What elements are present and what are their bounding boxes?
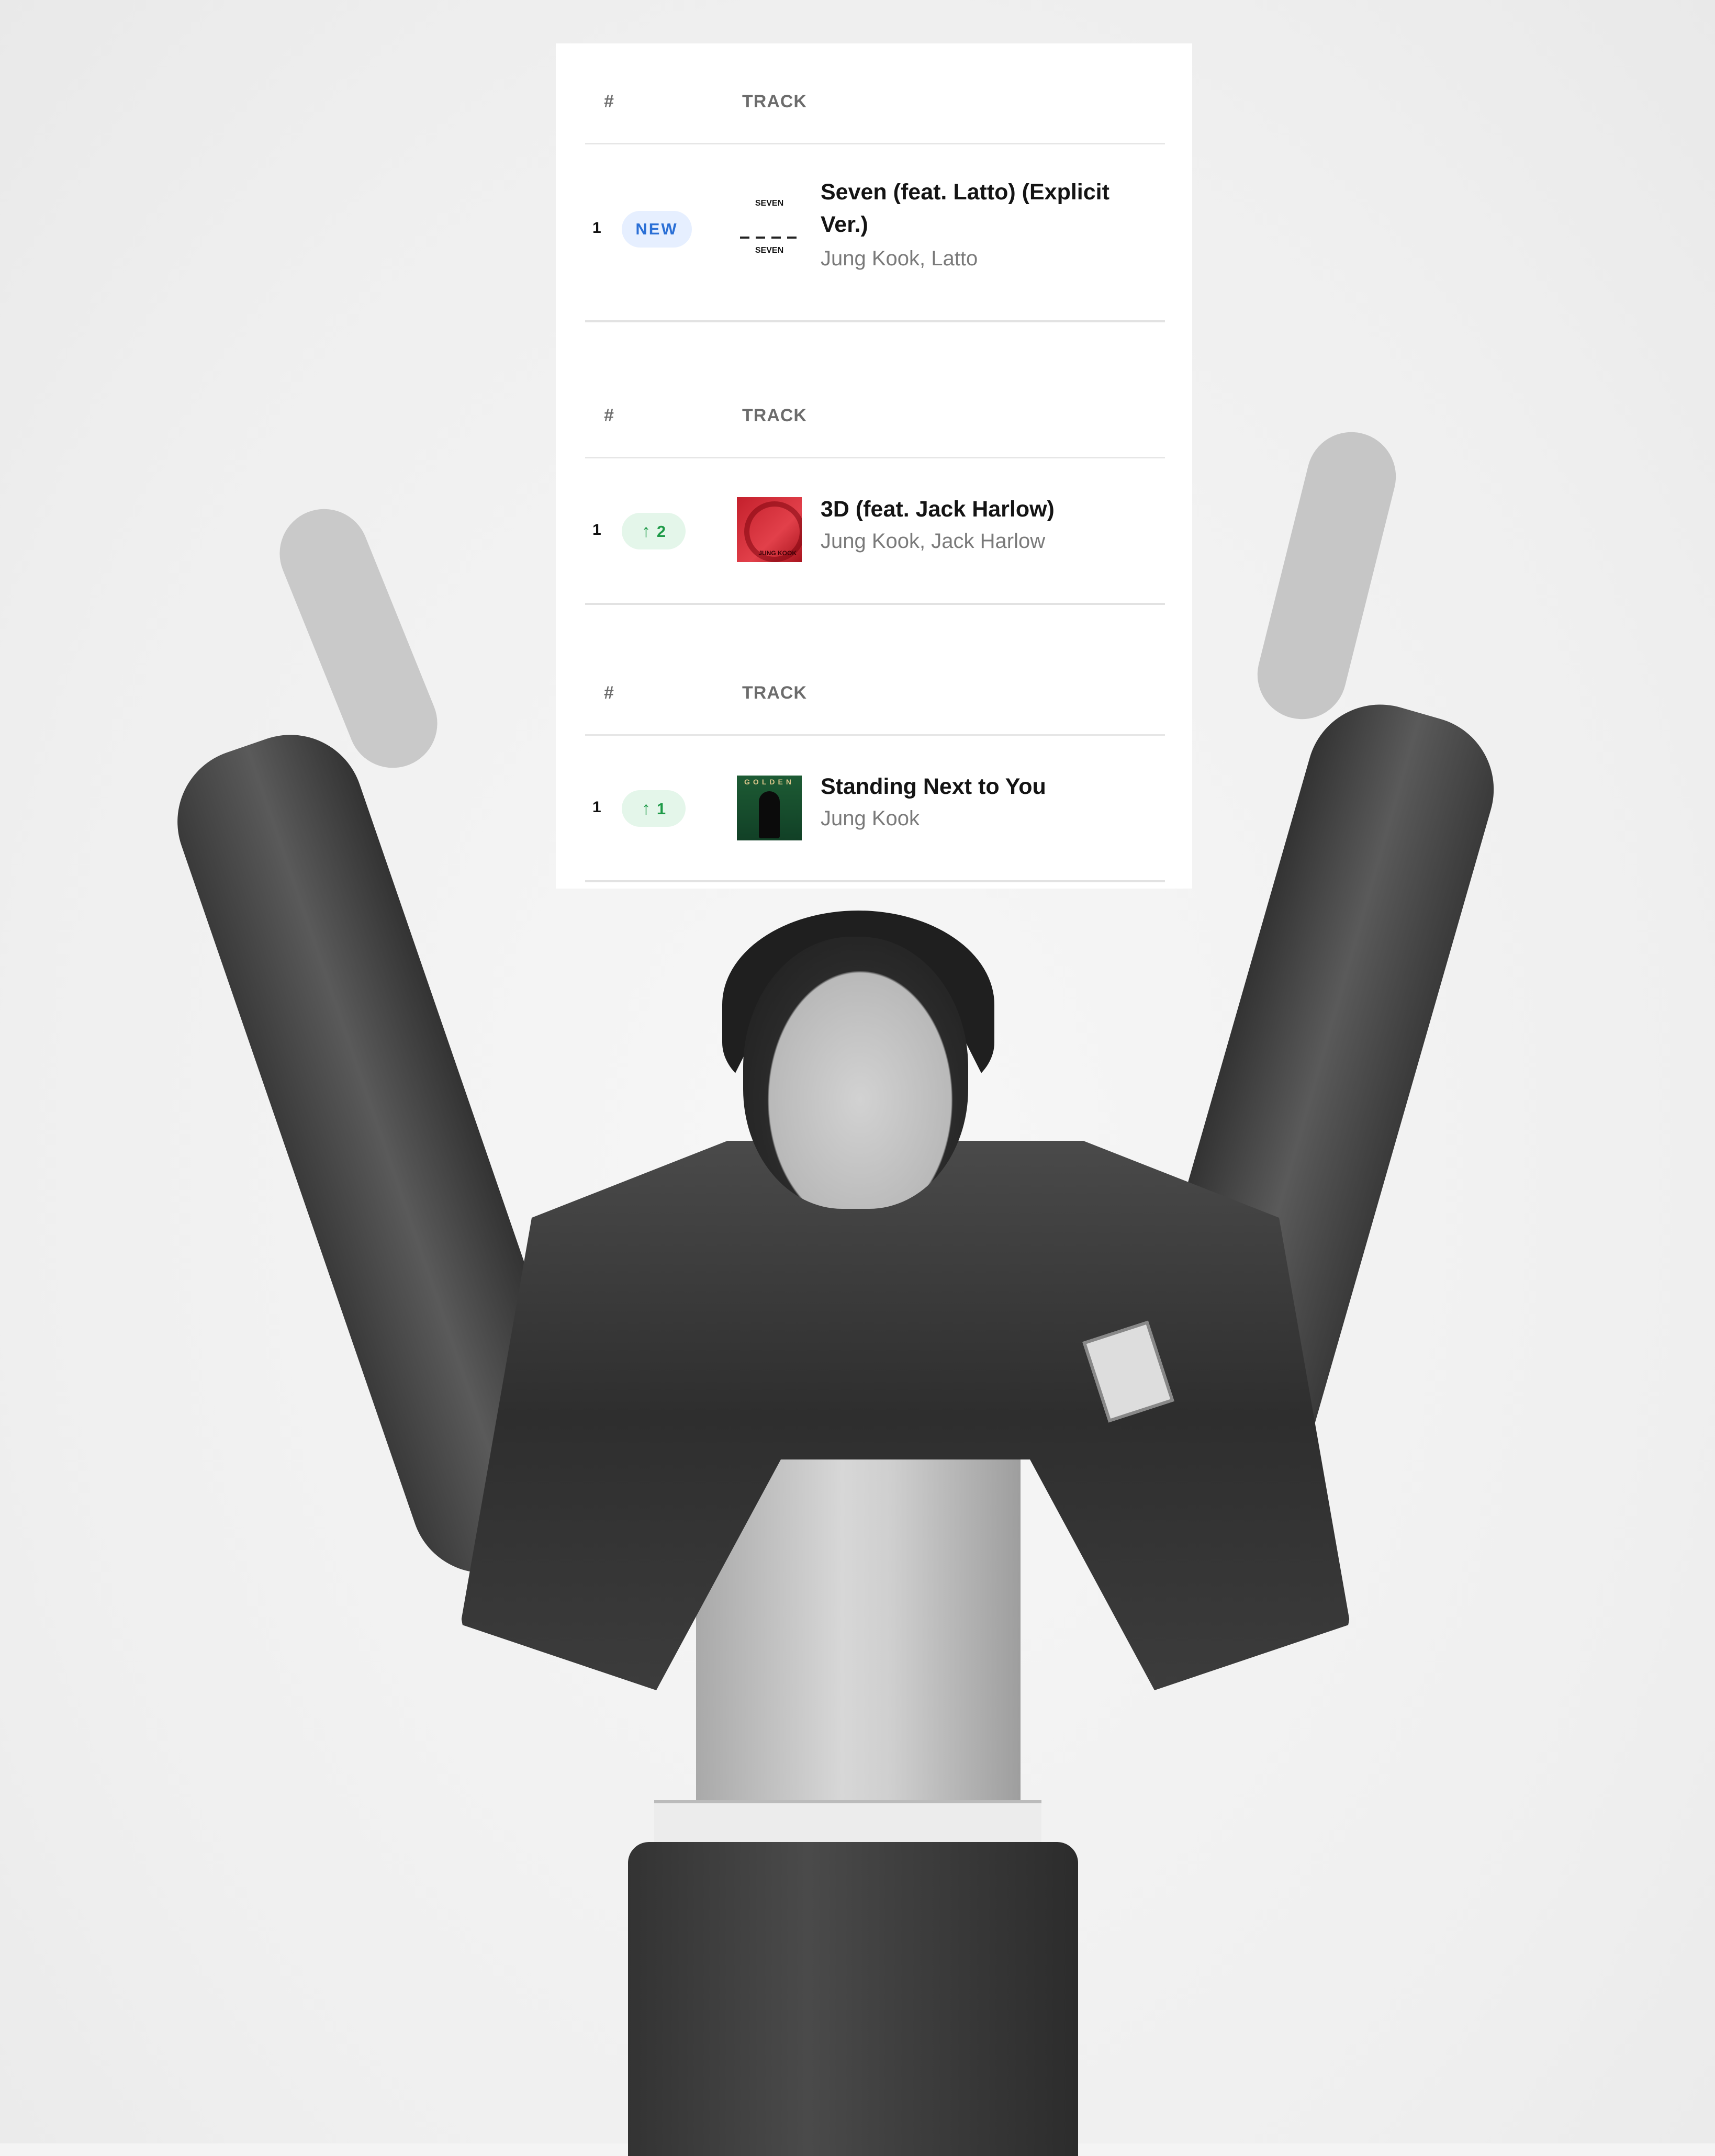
jeans [628, 1842, 1078, 2156]
track-artists[interactable]: Jung Kook, Jack Harlow [821, 530, 1045, 553]
album-cover-text: SEVEN [755, 199, 784, 208]
table-header: # TRACK [585, 357, 1165, 458]
column-header-rank: # [604, 92, 614, 111]
chart-panel: # TRACK 1 NEW SEVEN SEVEN Seven (feat. L… [556, 43, 1192, 889]
column-header-track: TRACK [742, 92, 807, 111]
right-hand [1248, 422, 1406, 729]
track-artists[interactable]: Jung Kook [821, 807, 920, 830]
arrow-up-icon: ↑ [641, 521, 651, 541]
track-title[interactable]: 3D (feat. Jack Harlow) [821, 493, 1145, 525]
rank-change-value: 2 [656, 522, 666, 541]
rank-number: 1 [592, 219, 601, 237]
rank-number: 1 [592, 521, 601, 538]
rank-change-value: 1 [656, 800, 666, 818]
album-cover-text: JUNG KOOK [758, 549, 797, 557]
album-cover-text: SEVEN [755, 246, 784, 255]
rank-up-badge: ↑ 2 [622, 513, 686, 549]
table-header: # TRACK [585, 43, 1165, 144]
track-artists[interactable]: Jung Kook, Latto [821, 247, 978, 271]
column-header-rank: # [604, 406, 614, 425]
chart-section-2: # TRACK 1 ↑ 2 JUNG KOOK 3D (feat. Jack Ha… [585, 357, 1165, 605]
album-cover[interactable]: GOLDEN [737, 776, 802, 840]
track-row[interactable]: 1 NEW SEVEN SEVEN Seven (feat. Latto) (E… [585, 144, 1165, 322]
rank-number: 1 [592, 799, 601, 816]
chart-section-1: # TRACK 1 NEW SEVEN SEVEN Seven (feat. L… [585, 43, 1165, 322]
column-header-rank: # [604, 683, 614, 703]
track-title[interactable]: Seven (feat. Latto) (Explicit Ver.) [821, 176, 1145, 241]
album-cover[interactable]: JUNG KOOK [737, 497, 802, 562]
head [743, 937, 968, 1209]
track-row[interactable]: 1 ↑ 2 JUNG KOOK 3D (feat. Jack Harlow) Ju… [585, 458, 1165, 605]
album-cover-text: GOLDEN [744, 778, 794, 786]
new-entry-badge: NEW [622, 211, 692, 248]
table-header: # TRACK [585, 635, 1165, 736]
track-title[interactable]: Standing Next to You [821, 770, 1145, 803]
album-cover[interactable]: SEVEN SEVEN [737, 196, 802, 261]
arrow-up-icon: ↑ [641, 799, 651, 818]
chart-section-3: # TRACK 1 ↑ 1 GOLDEN Standing Next to You… [585, 635, 1165, 882]
rank-up-badge: ↑ 1 [622, 790, 686, 827]
column-header-track: TRACK [742, 683, 807, 703]
track-row[interactable]: 1 ↑ 1 GOLDEN Standing Next to You Jung Ko… [585, 736, 1165, 882]
column-header-track: TRACK [742, 406, 807, 425]
cover-decoration [740, 237, 799, 239]
cover-figure [759, 791, 780, 838]
